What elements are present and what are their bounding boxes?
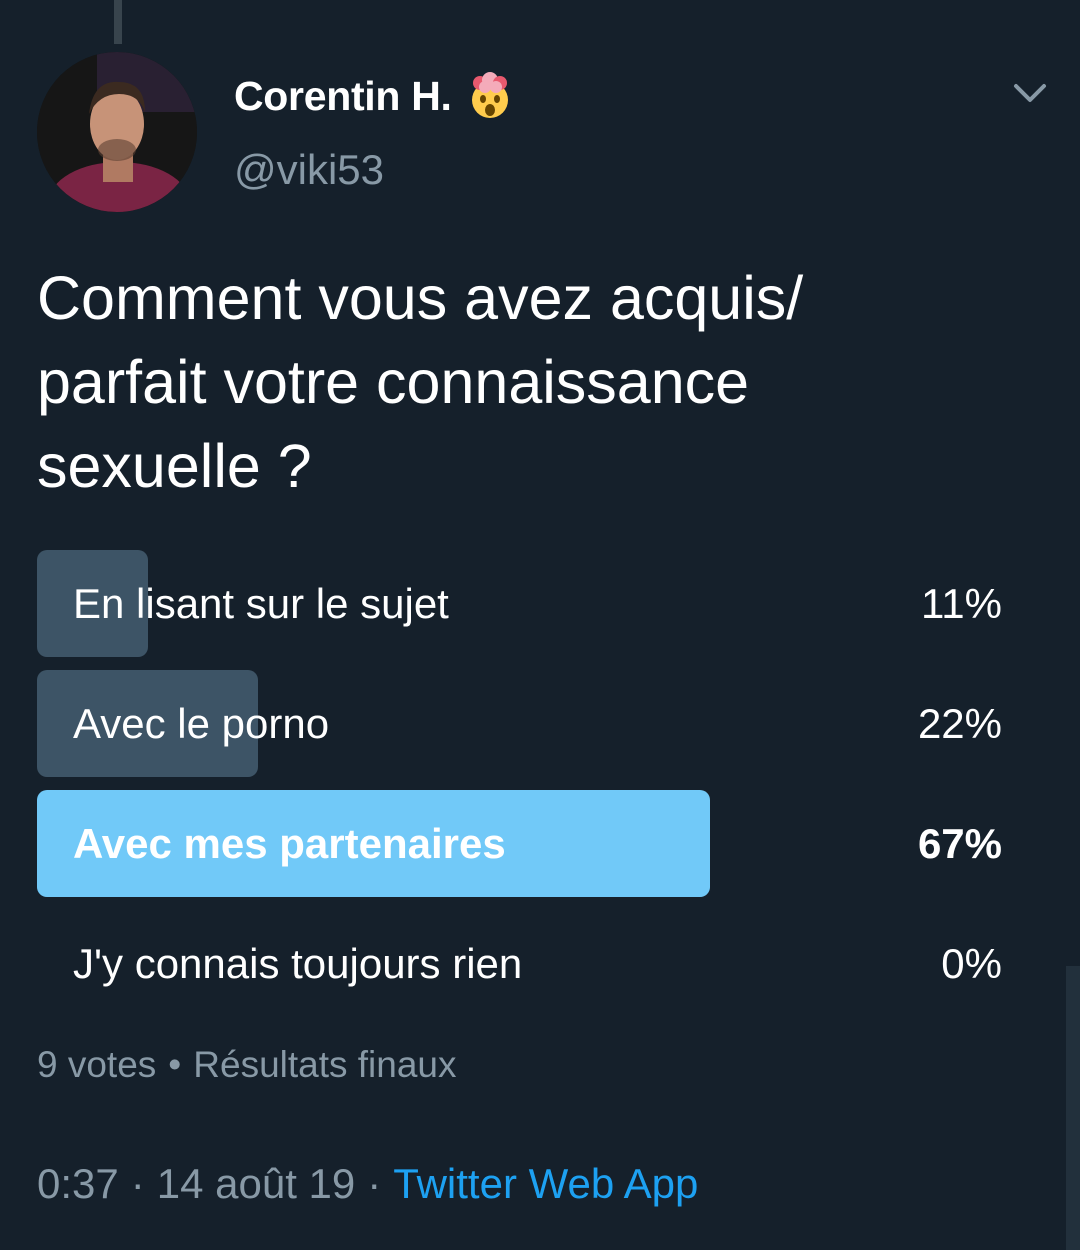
chevron-down-icon[interactable]: [1008, 76, 1052, 112]
thread-connector-line: [114, 0, 122, 44]
timestamp-separator: ·: [130, 1160, 145, 1207]
avatar[interactable]: [37, 52, 197, 212]
display-name[interactable]: Corentin H.: [234, 73, 452, 120]
tweet-date[interactable]: 14 août 19: [157, 1160, 356, 1208]
tweet-text-line: Comment vous avez acquis/: [37, 264, 804, 332]
poll-option: En lisant sur le sujet 11%: [37, 550, 1002, 657]
scrollbar[interactable]: [1066, 966, 1080, 1250]
exploding-head-emoji-icon: [466, 72, 514, 120]
tweet-text-line: sexuelle ?: [37, 432, 312, 500]
poll-status: Résultats finaux: [193, 1044, 457, 1085]
poll-option-percent: 67%: [917, 820, 1002, 867]
poll-option-label: Avec le porno: [73, 700, 330, 747]
poll-option: Avec mes partenaires 67%: [37, 790, 1002, 897]
timestamp-row: 0:37 · 14 août 19 · Twitter Web App: [37, 1160, 698, 1208]
poll-option-percent: 11%: [921, 580, 1002, 627]
poll-option-percent: 22%: [917, 700, 1002, 747]
tweet-time[interactable]: 0:37: [37, 1160, 119, 1208]
tweet-text: Comment vous avez acquis/parfait votre c…: [37, 256, 1037, 508]
poll-option-label: Avec mes partenaires: [73, 820, 506, 867]
tweet-text-line: parfait votre connaissance: [37, 348, 750, 416]
meta-separator: •: [168, 1044, 182, 1085]
poll-option-label: En lisant sur le sujet: [73, 580, 449, 627]
source-link[interactable]: Twitter Web App: [393, 1160, 698, 1208]
author-name-row[interactable]: Corentin H.: [234, 70, 514, 122]
poll-option: J'y connais toujours rien 0%: [37, 910, 1002, 1017]
vote-count: 9 votes: [37, 1044, 157, 1085]
poll-option-label: J'y connais toujours rien: [73, 940, 523, 987]
poll-option: Avec le porno 22%: [37, 670, 1002, 777]
poll-option-percent: 0%: [941, 940, 1002, 987]
author-handle[interactable]: @viki53: [234, 146, 384, 194]
poll-meta: 9 votes • Résultats finaux: [37, 1044, 457, 1086]
timestamp-separator: ·: [367, 1160, 382, 1207]
